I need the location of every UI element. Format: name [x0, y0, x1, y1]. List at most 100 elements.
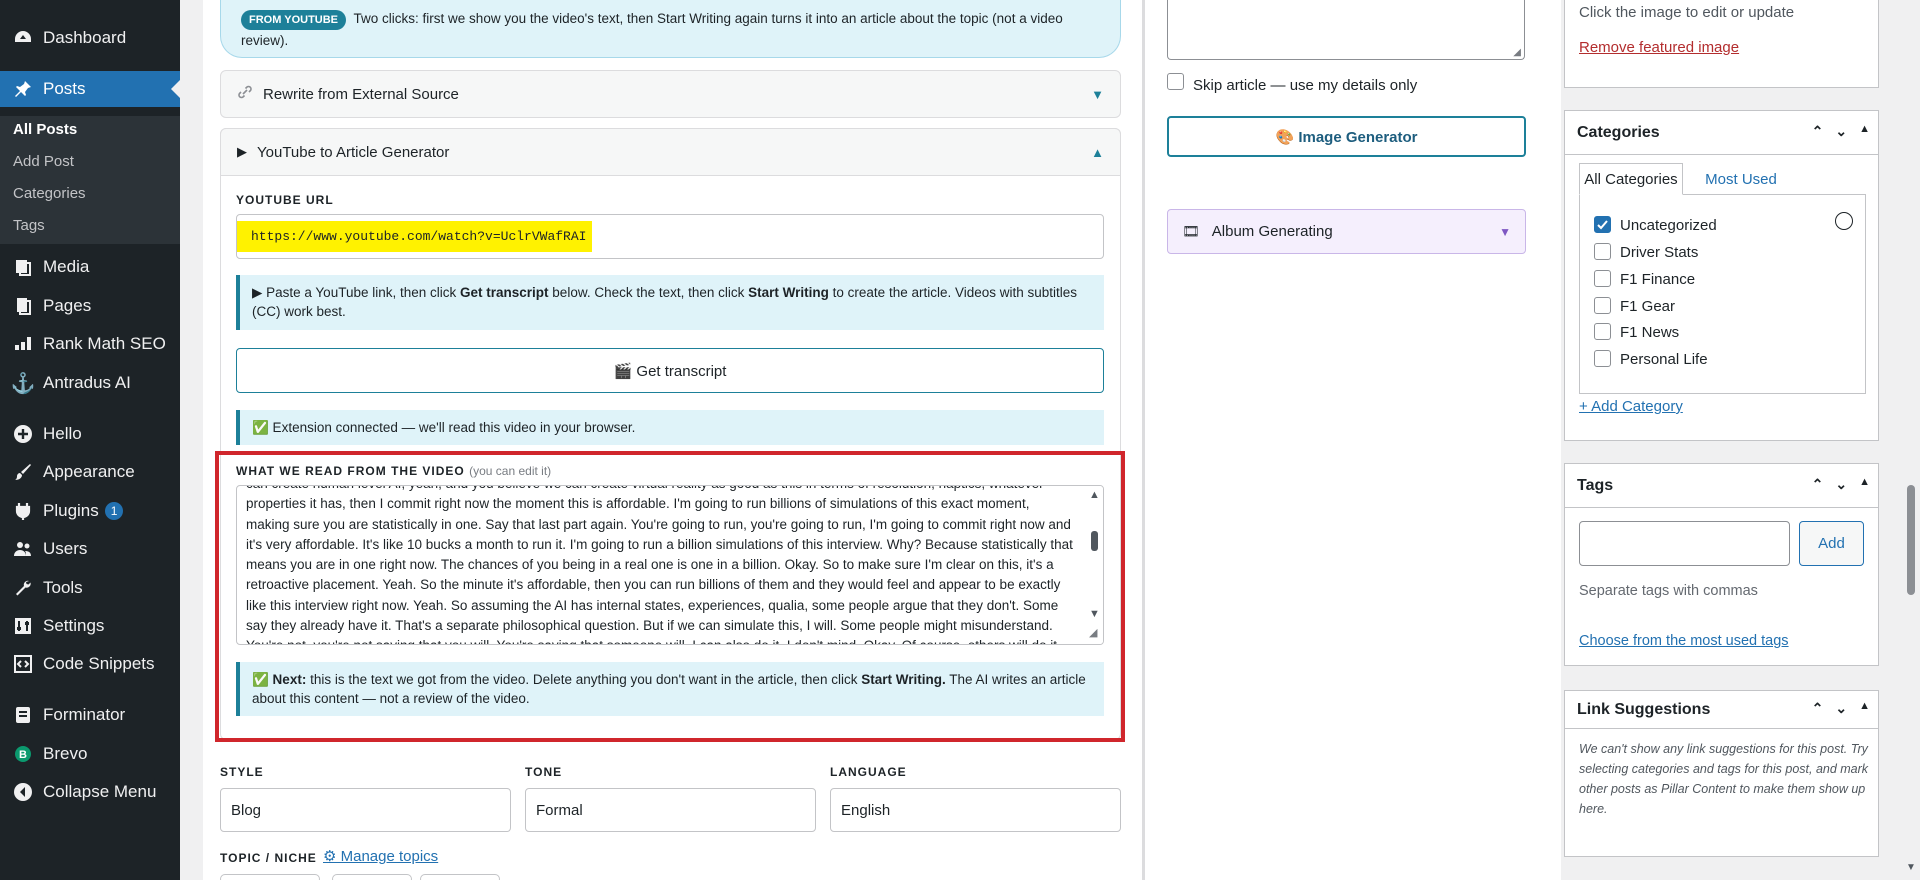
menu-label: Appearance [43, 462, 135, 481]
chevron-up-icon: ▲ [1091, 144, 1104, 160]
topic-chip[interactable] [420, 874, 500, 880]
plus-circle-icon [12, 423, 34, 445]
play-triangle-icon: ▶ [237, 144, 247, 159]
menu-rank-math[interactable]: Rank Math SEO [0, 326, 180, 362]
menu-tools[interactable]: Tools [0, 570, 180, 606]
scroll-down-icon[interactable]: ▼ [1089, 608, 1100, 620]
menu-appearance[interactable]: Appearance [0, 454, 180, 490]
category-checkbox[interactable] [1594, 350, 1611, 367]
menu-label: Plugins [43, 501, 99, 520]
move-up-icon[interactable]: ⌃ [1812, 476, 1824, 493]
collapse-panel-icon[interactable]: ▲ [1859, 700, 1870, 717]
menu-dashboard[interactable]: Dashboard [0, 20, 180, 56]
tags-input[interactable] [1579, 521, 1790, 566]
scroll-up-icon[interactable]: ▲ [1089, 489, 1100, 501]
category-checkbox[interactable] [1594, 297, 1611, 314]
scroll-down-icon[interactable]: ▼ [1906, 862, 1916, 873]
categories-header[interactable]: Categories ⌃ ⌄ ▲ [1565, 111, 1878, 155]
rank-math-icon [12, 333, 34, 355]
album-generating-title: Album Generating [1211, 223, 1333, 240]
menu-users[interactable]: Users [0, 531, 180, 567]
category-label: Personal Life [1620, 351, 1708, 368]
transcript-textarea[interactable]: can create human level AI, yeah, and you… [236, 485, 1104, 645]
manage-topics-link[interactable]: ⚙ Manage topics [323, 847, 438, 865]
brevo-icon: B [12, 743, 34, 765]
next-step-tip: ✅ Next: this is the text we got from the… [236, 662, 1104, 716]
album-generating-accordion[interactable]: 🎞 Album Generating ▼ [1167, 209, 1526, 254]
skip-article-checkbox[interactable] [1167, 73, 1184, 90]
scroll-thumb[interactable] [1091, 531, 1098, 551]
menu-media[interactable]: Media [0, 249, 180, 285]
tab-all-categories[interactable]: All Categories [1579, 163, 1683, 195]
get-transcript-button[interactable]: 🎬 Get transcript [236, 348, 1104, 393]
move-down-icon[interactable]: ⌄ [1835, 123, 1847, 140]
circle-radio-icon[interactable] [1835, 212, 1853, 230]
menu-antradus-ai[interactable]: ⚓ Antradus AI [0, 365, 180, 401]
box-controls: ⌃ ⌄ ▲ [1812, 123, 1870, 140]
move-up-icon[interactable]: ⌃ [1812, 123, 1824, 140]
category-checkbox[interactable] [1594, 243, 1611, 260]
topic-chip[interactable] [332, 874, 412, 880]
add-category-link[interactable]: + Add Category [1579, 398, 1683, 415]
collapse-panel-icon[interactable]: ▲ [1859, 476, 1870, 493]
collapse-panel-icon[interactable]: ▲ [1859, 123, 1870, 140]
tone-label: TONE [525, 765, 563, 779]
menu-label: Forminator [43, 705, 126, 724]
resize-handle-icon[interactable]: ◢ [1513, 47, 1521, 58]
menu-pages[interactable]: Pages [0, 288, 180, 324]
submenu-tags[interactable]: Tags [13, 217, 45, 234]
tip-bold: Start Writing. [861, 672, 946, 687]
move-down-icon[interactable]: ⌄ [1835, 700, 1847, 717]
menu-plugins[interactable]: Plugins 1 [0, 493, 180, 529]
collapse-icon [12, 781, 34, 803]
add-tag-button[interactable]: Add [1799, 521, 1864, 566]
tone-input[interactable]: Formal [525, 788, 816, 832]
menu-hello[interactable]: Hello [0, 416, 180, 452]
submenu-add-post[interactable]: Add Post [13, 153, 74, 170]
tip-bold: ✅ Next: [252, 672, 307, 687]
details-textarea[interactable]: ◢ [1167, 0, 1525, 60]
youtube-url-input[interactable]: https://www.youtube.com/watch?v=UclrVWaf… [236, 214, 1104, 259]
style-input[interactable]: Blog [220, 788, 511, 832]
youtube-generator-header[interactable]: ▶ YouTube to Article Generator ▲ [220, 128, 1121, 176]
category-label: F1 Finance [1620, 271, 1696, 288]
menu-label: Antradus AI [43, 373, 131, 392]
category-checkbox-checked[interactable] [1594, 216, 1611, 233]
remove-featured-image-link[interactable]: Remove featured image [1579, 39, 1739, 56]
menu-settings[interactable]: Settings [0, 608, 180, 644]
page-scroll-thumb[interactable] [1907, 485, 1915, 595]
category-label: F1 Gear [1620, 298, 1676, 315]
link-suggestions-header[interactable]: Link Suggestions ⌃ ⌄ ▲ [1565, 691, 1878, 729]
menu-collapse[interactable]: Collapse Menu [0, 774, 180, 810]
page-scrollbar[interactable]: ▼ [1902, 0, 1920, 880]
category-checkbox[interactable] [1594, 323, 1611, 340]
topic-chip[interactable] [220, 874, 320, 880]
transcript-scrollbar[interactable]: ▲ ▼ ◢ [1086, 486, 1103, 644]
menu-forminator[interactable]: Forminator [0, 697, 180, 733]
move-up-icon[interactable]: ⌃ [1812, 700, 1824, 717]
admin-sidebar: Dashboard Posts All Posts Add Post Categ… [0, 0, 180, 880]
menu-posts[interactable]: Posts [0, 71, 180, 107]
transcript-hint: (you can edit it) [469, 464, 552, 478]
box-controls: ⌃ ⌄ ▲ [1812, 700, 1870, 717]
menu-code-snippets[interactable]: Code Snippets [0, 646, 180, 682]
image-generator-button[interactable]: 🎨 Image Generator [1167, 116, 1526, 157]
tags-header[interactable]: Tags ⌃ ⌄ ▲ [1565, 464, 1878, 508]
tab-most-used[interactable]: Most Used [1691, 163, 1791, 195]
menu-label: Collapse Menu [43, 782, 157, 801]
featured-image-hint: Click the image to edit or update [1579, 4, 1795, 21]
resize-handle-icon[interactable]: ◢ [1089, 626, 1097, 639]
rewrite-external-accordion[interactable]: Rewrite from External Source ▼ [220, 70, 1121, 118]
submenu-all-posts[interactable]: All Posts [13, 121, 77, 138]
move-down-icon[interactable]: ⌄ [1835, 476, 1847, 493]
language-input[interactable]: English [830, 788, 1121, 832]
media-icon [12, 256, 34, 278]
submenu-categories[interactable]: Categories [13, 185, 86, 202]
pushpin-icon [12, 78, 34, 100]
transcript-label: WHAT WE READ FROM THE VIDEO (you can edi… [236, 464, 551, 478]
paste-link-tip: ▶ Paste a YouTube link, then click Get t… [236, 275, 1104, 330]
menu-brevo[interactable]: B Brevo [0, 736, 180, 772]
choose-most-used-tags-link[interactable]: Choose from the most used tags [1579, 633, 1789, 649]
wrench-icon [12, 577, 34, 599]
category-checkbox[interactable] [1594, 270, 1611, 287]
